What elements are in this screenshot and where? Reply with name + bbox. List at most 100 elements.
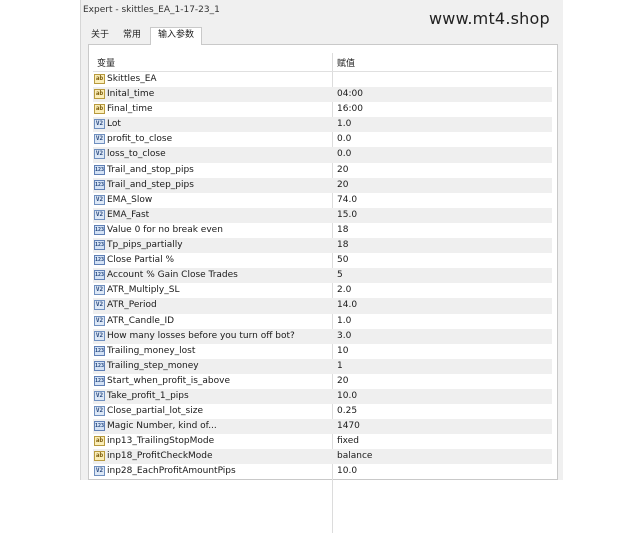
parameter-value[interactable]: 18 xyxy=(337,223,348,238)
parameter-name: Inital_time xyxy=(107,89,155,100)
double-type-icon: V2 xyxy=(94,285,105,296)
parameter-value[interactable]: 20 xyxy=(337,374,348,389)
parameter-value[interactable]: 20 xyxy=(337,178,348,193)
parameter-name: Trailing_step_money xyxy=(107,360,199,371)
parameter-name: ATR_Period xyxy=(107,300,157,311)
parameter-row[interactable]: 123 Value 0 for no break even 18 xyxy=(93,223,552,238)
parameter-value[interactable]: 50 xyxy=(337,253,348,268)
parameter-value[interactable]: 14.0 xyxy=(337,298,357,313)
parameter-value[interactable]: fixed xyxy=(337,434,359,449)
parameter-value[interactable]: 2.0 xyxy=(337,283,351,298)
parameter-name: inp13_TrailingStopMode xyxy=(107,436,215,447)
parameter-name: Close Partial % xyxy=(107,255,175,266)
parameter-name: EMA_Slow xyxy=(107,194,153,205)
parameter-row[interactable]: 123 Tp_pips_partially 18 xyxy=(93,238,552,254)
parameter-name: Trail_and_step_pips xyxy=(107,179,194,190)
double-type-icon: V2 xyxy=(94,466,105,477)
parameter-row[interactable]: ab Inital_time 04:00 xyxy=(93,87,552,103)
string-type-icon: ab xyxy=(94,74,105,84)
parameters-table: 变量 赋值 ab Skittles_EA ab Inital_time 04:00 a… xyxy=(93,53,552,533)
parameter-row[interactable]: 123 Start_when_profit_is_above 20 xyxy=(93,374,552,389)
parameter-value[interactable]: 3.0 xyxy=(337,329,351,344)
tab-common[interactable]: 常用 xyxy=(116,28,148,44)
integer-type-icon: 123 xyxy=(94,255,105,266)
parameter-value[interactable]: 1 xyxy=(337,359,343,374)
parameter-row[interactable]: V2 EMA_Slow 74.0 xyxy=(93,193,552,208)
parameter-row[interactable]: 123 Trail_and_stop_pips 20 xyxy=(93,163,552,178)
parameter-value[interactable]: 16:00 xyxy=(337,102,363,117)
parameter-name: ATR_Multiply_SL xyxy=(107,285,180,296)
integer-type-icon: 123 xyxy=(94,421,105,432)
tab-inputs[interactable]: 输入参数 xyxy=(150,27,203,45)
expert-properties-window: Expert - skittles_EA_1-17-23_1 关于 常用 输入参… xyxy=(80,0,564,533)
parameter-name: Lot xyxy=(107,119,121,130)
parameter-value[interactable]: 1470 xyxy=(337,419,360,434)
double-type-icon: V2 xyxy=(94,209,105,220)
root-row[interactable]: ab Skittles_EA xyxy=(93,72,552,87)
integer-type-icon: 123 xyxy=(94,375,105,386)
parameter-value[interactable]: 1.0 xyxy=(337,117,351,132)
parameter-row[interactable]: V2 Lot 1.0 xyxy=(93,117,552,133)
parameter-value[interactable]: 04:00 xyxy=(337,87,363,102)
tab-about[interactable]: 关于 xyxy=(84,28,116,44)
double-type-icon: V2 xyxy=(94,315,105,326)
integer-type-icon: 123 xyxy=(94,345,105,356)
parameter-value[interactable]: 0.0 xyxy=(337,147,351,162)
parameter-row[interactable]: V2 Close_partial_lot_size 0.25 xyxy=(93,404,552,419)
tab-bar: 关于 常用 输入参数 xyxy=(81,27,564,45)
parameter-row[interactable]: V2 loss_to_close 0.0 xyxy=(93,147,552,163)
parameter-value[interactable]: 18 xyxy=(337,238,348,253)
parameter-name: Final_time xyxy=(107,104,153,115)
parameter-row[interactable]: ab inp13_TrailingStopMode fixed xyxy=(93,434,552,449)
parameter-value[interactable]: 10.0 xyxy=(337,389,357,404)
parameter-value[interactable]: 10.0 xyxy=(337,464,357,479)
parameter-name: Value 0 for no break even xyxy=(107,224,223,235)
double-type-icon: V2 xyxy=(94,330,105,341)
double-type-icon: V2 xyxy=(94,149,105,160)
parameter-name: loss_to_close xyxy=(107,149,166,160)
double-type-icon: V2 xyxy=(94,390,105,401)
parameter-name: EMA_Fast xyxy=(107,209,150,220)
parameter-row[interactable]: V2 profit_to_close 0.0 xyxy=(93,132,552,147)
parameter-row[interactable]: 123 Trailing_money_lost 10 xyxy=(93,344,552,359)
parameter-row[interactable]: V2 ATR_Candle_ID 1.0 xyxy=(93,314,552,329)
parameter-row[interactable]: V2 Take_profit_1_pips 10.0 xyxy=(93,388,552,405)
integer-type-icon: 123 xyxy=(94,360,105,371)
header-variable[interactable]: 变量 xyxy=(97,56,115,69)
parameter-value[interactable]: 15.0 xyxy=(337,208,357,223)
header-value[interactable]: 赋值 xyxy=(337,56,355,69)
parameter-row[interactable]: ab inp18_ProfitCheckMode balance xyxy=(93,449,552,465)
parameter-value[interactable]: 20 xyxy=(337,163,348,178)
window-title: Expert - skittles_EA_1-17-23_1 xyxy=(83,5,220,15)
parameter-value[interactable]: 0.0 xyxy=(337,132,351,147)
watermark-text: www.mt4.shop xyxy=(429,9,550,28)
parameter-row[interactable]: V2 ATR_Multiply_SL 2.0 xyxy=(93,283,552,298)
parameter-value[interactable]: 1.0 xyxy=(337,314,351,329)
parameter-value[interactable]: 10 xyxy=(337,344,348,359)
parameter-row[interactable]: 123 Trailing_step_money 1 xyxy=(93,358,552,374)
parameter-name: ATR_Candle_ID xyxy=(107,315,175,326)
parameter-row[interactable]: V2 How many losses before you turn off bo… xyxy=(93,328,552,344)
integer-type-icon: 123 xyxy=(94,164,105,175)
parameter-row[interactable]: V2 ATR_Period 14.0 xyxy=(93,298,552,314)
parameter-value[interactable]: 5 xyxy=(337,268,343,283)
parameter-row[interactable]: ab Final_time 16:00 xyxy=(93,102,552,117)
double-type-icon: V2 xyxy=(94,134,105,145)
parameter-name: Trailing_money_lost xyxy=(107,345,196,356)
parameter-value[interactable]: balance xyxy=(337,449,372,464)
parameter-row[interactable]: V2 EMA_Fast 15.0 xyxy=(93,207,552,223)
parameter-row[interactable]: V2 inp28_EachProfitAmountPips 10.0 xyxy=(93,464,552,479)
string-type-icon: ab xyxy=(94,451,105,462)
parameter-name: Close_partial_lot_size xyxy=(107,406,203,417)
parameter-name: Magic Number, kind of... xyxy=(107,421,217,432)
parameter-row[interactable]: 123 Magic Number, kind of... 1470 xyxy=(93,419,552,435)
parameter-row[interactable]: 123 Trail_and_step_pips 20 xyxy=(93,177,552,193)
parameter-row[interactable]: 123 Close Partial % 50 xyxy=(93,253,552,268)
double-type-icon: V2 xyxy=(94,119,105,130)
parameter-value[interactable]: 74.0 xyxy=(337,193,357,208)
parameter-name: profit_to_close xyxy=(107,134,173,145)
string-type-icon: ab xyxy=(94,436,105,447)
parameter-row[interactable]: 123 Account % Gain Close Trades 5 xyxy=(93,268,552,284)
parameter-value[interactable]: 0.25 xyxy=(337,404,357,419)
string-type-icon: ab xyxy=(94,89,105,100)
